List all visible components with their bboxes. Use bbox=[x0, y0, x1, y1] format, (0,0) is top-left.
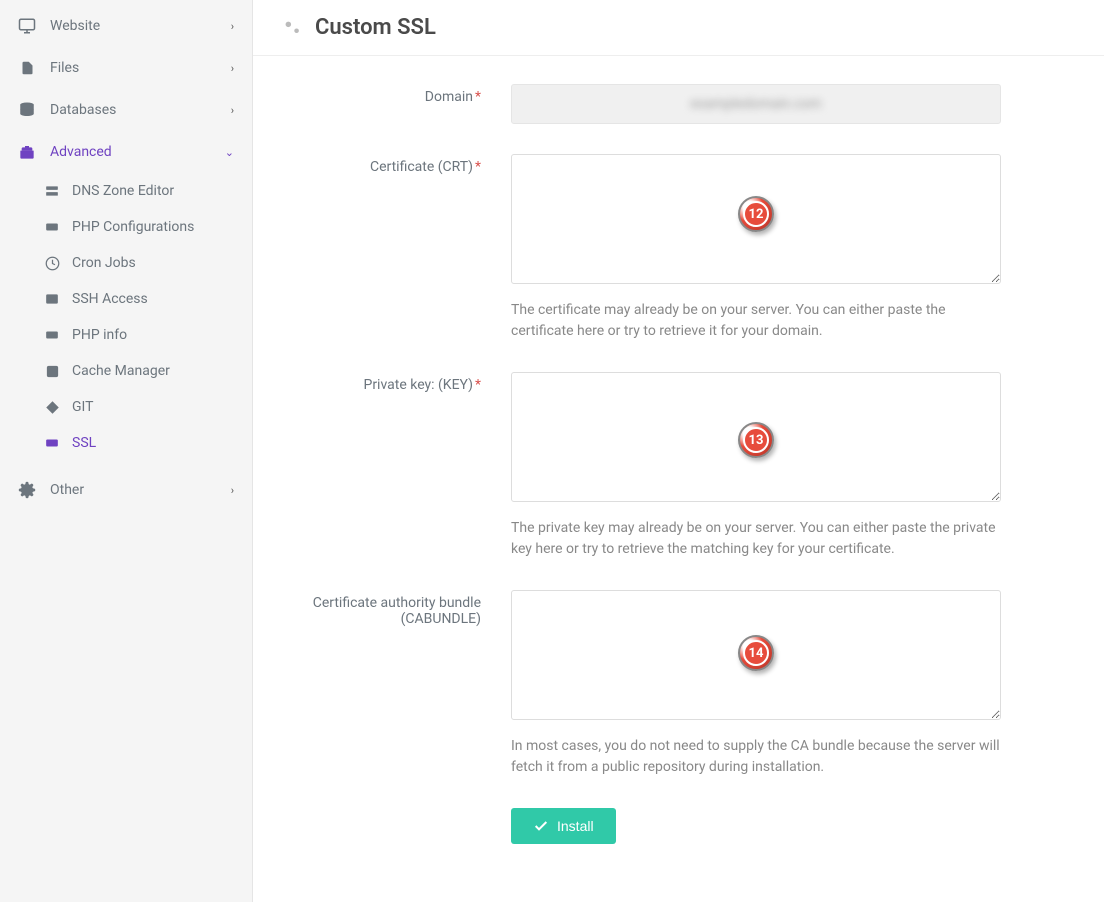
sidebar-item-label: Other bbox=[50, 482, 231, 498]
sidebar-item-label: Advanced bbox=[50, 144, 225, 160]
check-icon bbox=[533, 818, 549, 834]
domain-label: Domain* bbox=[281, 84, 511, 124]
chevron-right-icon: › bbox=[231, 104, 234, 117]
sidebar-item-files[interactable]: Files › bbox=[0, 47, 252, 89]
certificate-textarea[interactable] bbox=[511, 154, 1001, 284]
sidebar-sub-label: SSL bbox=[72, 435, 234, 451]
git-icon bbox=[44, 399, 60, 415]
chevron-down-icon: ⌄ bbox=[225, 146, 234, 159]
sidebar-item-databases[interactable]: Databases › bbox=[0, 89, 252, 131]
sidebar-sub-php-configurations[interactable]: PHP Configurations bbox=[0, 209, 252, 245]
form-row-domain: Domain* exampledomain.com bbox=[281, 84, 1076, 124]
main-content: Custom SSL Domain* exampledomain.com Cer… bbox=[253, 0, 1104, 902]
form-container: Domain* exampledomain.com Certificate (C… bbox=[253, 56, 1104, 902]
cogs-icon bbox=[18, 481, 36, 499]
form-row-private-key: Private key: (KEY)* 13 The private key m… bbox=[281, 372, 1076, 560]
ca-bundle-textarea[interactable] bbox=[511, 590, 1001, 720]
ca-bundle-label: Certificate authority bundle (CABUNDLE) bbox=[281, 590, 511, 778]
sidebar-sub-label: PHP info bbox=[72, 327, 234, 343]
sidebar-item-label: Files bbox=[50, 60, 231, 76]
domain-value: exampledomain.com bbox=[690, 96, 821, 112]
ssl-icon bbox=[44, 435, 60, 451]
form-row-ca-bundle: Certificate authority bundle (CABUNDLE) … bbox=[281, 590, 1076, 778]
install-button[interactable]: Install bbox=[511, 808, 616, 844]
sidebar-item-label: Databases bbox=[50, 102, 231, 118]
page-header: Custom SSL bbox=[253, 0, 1104, 56]
chevron-right-icon: › bbox=[231, 62, 234, 75]
terminal-icon bbox=[44, 291, 60, 307]
settings-icon bbox=[281, 17, 303, 39]
required-marker: * bbox=[475, 159, 481, 175]
sidebar-sub-git[interactable]: GIT bbox=[0, 389, 252, 425]
sidebar-sub-label: Cache Manager bbox=[72, 363, 234, 379]
private-key-label: Private key: (KEY)* bbox=[281, 372, 511, 560]
sidebar-sub-label: GIT bbox=[72, 399, 234, 415]
certificate-label: Certificate (CRT)* bbox=[281, 154, 511, 342]
sidebar-sub-ssl[interactable]: SSL bbox=[0, 425, 252, 461]
sidebar-sub-dns-zone-editor[interactable]: DNS Zone Editor bbox=[0, 173, 252, 209]
required-marker: * bbox=[475, 89, 481, 105]
form-row-certificate: Certificate (CRT)* 12 The certificate ma… bbox=[281, 154, 1076, 342]
sidebar-sub-label: SSH Access bbox=[72, 291, 234, 307]
certificate-help: The certificate may already be on your s… bbox=[511, 300, 1001, 342]
private-key-textarea[interactable] bbox=[511, 372, 1001, 502]
sidebar-sub-label: DNS Zone Editor bbox=[72, 183, 234, 199]
sidebar-item-label: Website bbox=[50, 18, 231, 34]
sidebar-sub-php-info[interactable]: PHP info bbox=[0, 317, 252, 353]
sidebar-sub-cron-jobs[interactable]: Cron Jobs bbox=[0, 245, 252, 281]
sidebar-sub-label: PHP Configurations bbox=[72, 219, 234, 235]
required-marker: * bbox=[475, 377, 481, 393]
form-row-submit: Install bbox=[281, 808, 1076, 844]
toolbox-icon bbox=[18, 143, 36, 161]
clock-icon bbox=[44, 255, 60, 271]
sidebar: Website › Files › Databases › Advanced ⌄… bbox=[0, 0, 253, 902]
page-title: Custom SSL bbox=[315, 15, 436, 40]
sidebar-item-other[interactable]: Other › bbox=[0, 469, 252, 511]
private-key-help: The private key may already be on your s… bbox=[511, 518, 1001, 560]
domain-input: exampledomain.com bbox=[511, 84, 1001, 124]
sidebar-sub-ssh-access[interactable]: SSH Access bbox=[0, 281, 252, 317]
cache-icon bbox=[44, 363, 60, 379]
chevron-right-icon: › bbox=[231, 484, 234, 497]
monitor-icon bbox=[18, 17, 36, 35]
sidebar-sub-label: Cron Jobs bbox=[72, 255, 234, 271]
sidebar-item-advanced[interactable]: Advanced ⌄ bbox=[0, 131, 252, 173]
chevron-right-icon: › bbox=[231, 20, 234, 33]
file-icon bbox=[18, 59, 36, 77]
dns-icon bbox=[44, 183, 60, 199]
sidebar-item-website[interactable]: Website › bbox=[0, 5, 252, 47]
database-icon bbox=[18, 101, 36, 119]
info-icon bbox=[44, 327, 60, 343]
install-button-label: Install bbox=[557, 818, 594, 834]
sidebar-sub-cache-manager[interactable]: Cache Manager bbox=[0, 353, 252, 389]
php-icon bbox=[44, 219, 60, 235]
ca-bundle-help: In most cases, you do not need to supply… bbox=[511, 736, 1001, 778]
